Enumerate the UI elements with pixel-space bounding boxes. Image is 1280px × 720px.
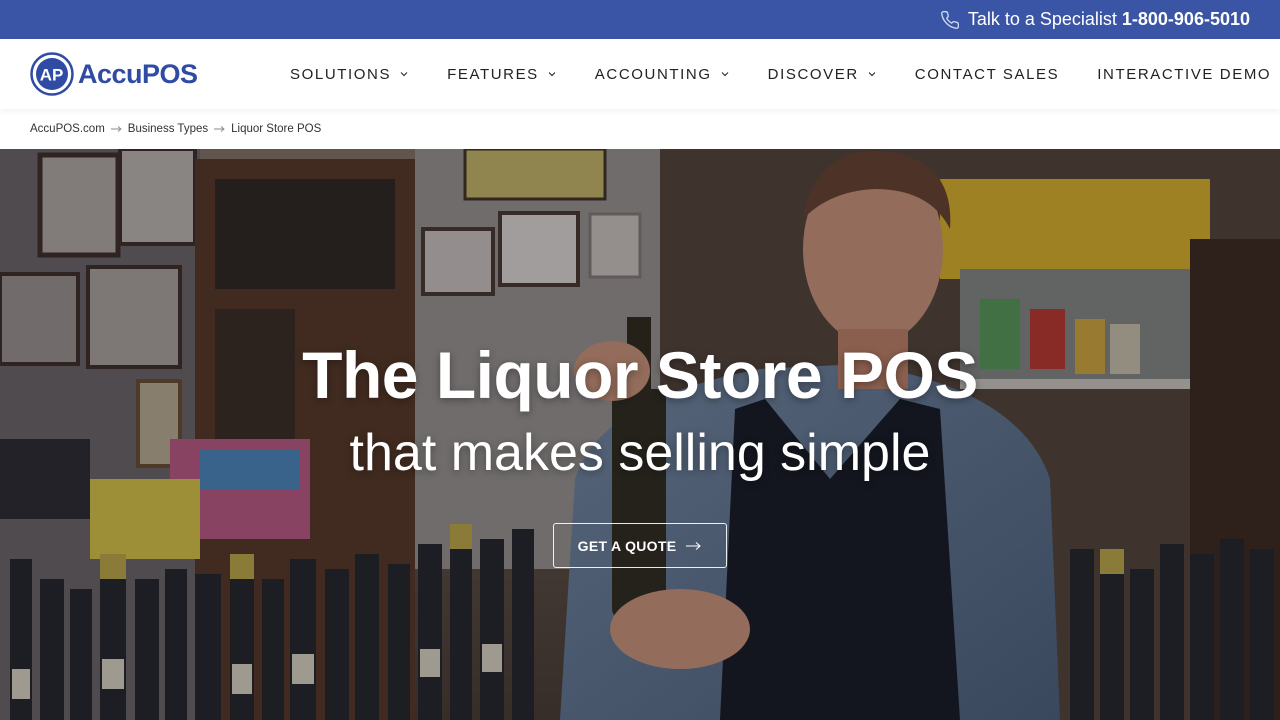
arrow-right-icon (214, 126, 225, 132)
breadcrumb: AccuPOS.com Business Types Liquor Store … (30, 119, 321, 139)
chevron-down-icon (400, 72, 408, 77)
nav-item-label: CONTACT SALES (914, 65, 1060, 83)
nav-item-label: ACCOUNTING (594, 65, 712, 83)
phone-icon (940, 10, 960, 30)
specialist-phone-link[interactable]: Talk to a Specialist 1-800-906-5010 (940, 0, 1250, 39)
logo-wordmark: AccuPOS (78, 58, 198, 89)
chevron-down-icon (721, 72, 729, 77)
nav-menu: SOLUTIONS FEATURES ACCOUNTING DISCOVER C… (290, 39, 1280, 109)
nav-item-solutions[interactable]: SOLUTIONS (290, 66, 409, 83)
top-contact-bar: Talk to a Specialist 1-800-906-5010 (0, 0, 1280, 39)
arrow-right-icon (686, 541, 702, 550)
nav-item-label: DISCOVER (767, 65, 859, 83)
nav-item-contact-sales[interactable]: CONTACT SALES (915, 66, 1059, 83)
get-a-quote-label: GET A QUOTE (577, 537, 677, 554)
hero-section: The Liquor Store POS that makes selling … (0, 149, 1280, 720)
breadcrumb-current: Liquor Store POS (231, 123, 322, 135)
nav-item-label: SOLUTIONS (290, 65, 392, 83)
nav-item-label: INTERACTIVE DEMO (1097, 65, 1272, 83)
breadcrumb-business-types[interactable]: Business Types (128, 123, 208, 135)
phone-number[interactable]: 1-800-906-5010 (1122, 9, 1250, 30)
chevron-down-icon (868, 72, 876, 77)
get-a-quote-button[interactable]: GET A QUOTE (553, 523, 727, 568)
hero-title: The Liquor Store POS (302, 338, 978, 412)
breadcrumb-home[interactable]: AccuPOS.com (30, 123, 105, 135)
phone-label: Talk to a Specialist (967, 9, 1117, 29)
nav-item-accounting[interactable]: ACCOUNTING (595, 66, 730, 83)
chevron-down-icon (548, 72, 556, 77)
logo-mark: AP (30, 52, 74, 96)
svg-text:AP: AP (40, 66, 64, 85)
nav-item-label: FEATURES (447, 65, 539, 83)
hero-subtitle: that makes selling simple (349, 424, 931, 482)
nav-item-features[interactable]: FEATURES (447, 66, 557, 83)
hero-content: The Liquor Store POS that makes selling … (0, 149, 1280, 720)
nav-item-discover[interactable]: DISCOVER (768, 66, 877, 83)
nav-item-interactive-demo[interactable]: INTERACTIVE DEMO (1097, 66, 1280, 83)
main-navigation: AP AccuPOS SOLUTIONS FEATURES ACCOUNTING… (0, 39, 1280, 109)
accupos-logo[interactable]: AP AccuPOS (30, 52, 198, 96)
arrow-right-icon (110, 126, 122, 132)
